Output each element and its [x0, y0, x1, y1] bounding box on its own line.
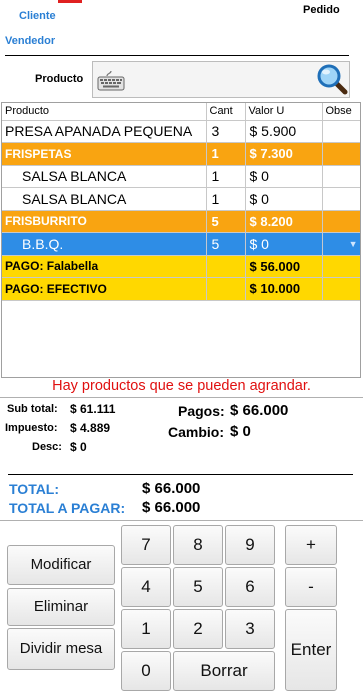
subtotal-label: Sub total: — [7, 403, 58, 415]
cell-obse — [322, 142, 360, 166]
vendedor-label[interactable]: Vendedor — [5, 35, 55, 47]
column-header-producto[interactable]: Producto — [2, 103, 207, 121]
table-row-combo[interactable]: FRISBURRITO 5 $ 8.200 — [2, 210, 360, 233]
table-row-payment[interactable]: PAGO: EFECTIVO $ 10.000 — [2, 277, 360, 301]
cell-cant — [206, 255, 246, 278]
key-5-button[interactable]: 5 — [173, 567, 223, 607]
pagos-label: Pagos: — [178, 403, 225, 419]
grid-header-row: Producto Cant Valor U Obse — [2, 103, 360, 121]
plus-button[interactable]: + — [285, 525, 337, 565]
cell-obse — [322, 165, 360, 188]
key-0-button[interactable]: 0 — [121, 651, 171, 691]
minus-button[interactable]: - — [285, 567, 337, 607]
key-2-button[interactable]: 2 — [173, 609, 223, 649]
pedido-label: Pedido — [303, 4, 340, 16]
top-accent-strip — [58, 0, 82, 3]
subtotal-value: $ 61.111 — [70, 402, 116, 416]
cell-obse — [322, 277, 360, 301]
total-a-pagar-label: TOTAL A PAGAR: — [9, 500, 126, 516]
cambio-label: Cambio: — [168, 424, 224, 440]
cell-obse[interactable]: ▼ — [322, 232, 360, 256]
column-header-cant[interactable]: Cant — [206, 103, 246, 121]
search-icon[interactable] — [316, 63, 348, 95]
table-row-combo[interactable]: FRISPETAS 1 $ 7.300 — [2, 142, 360, 166]
key-4-button[interactable]: 4 — [121, 567, 171, 607]
cambio-value: $ 0 — [230, 423, 251, 440]
producto-label: Producto — [35, 73, 84, 85]
key-9-button[interactable]: 9 — [225, 525, 275, 565]
cell-producto: SALSA BLANCA — [2, 165, 207, 188]
cell-valor: $ 0 — [245, 187, 323, 211]
cell-cant: 1 — [206, 142, 246, 166]
key-7-button[interactable]: 7 — [121, 525, 171, 565]
cell-producto: B.B.Q. — [2, 232, 207, 256]
cell-producto: SALSA BLANCA — [2, 187, 207, 211]
total-label: TOTAL: — [9, 481, 60, 497]
cell-valor: $ 7.300 — [245, 142, 323, 166]
key-8-button[interactable]: 8 — [173, 525, 223, 565]
eliminar-button[interactable]: Eliminar — [7, 588, 115, 626]
total-a-pagar-value: $ 66.000 — [142, 499, 201, 516]
desc-value: $ 0 — [70, 440, 87, 454]
warning-message: Hay productos que se pueden agrandar. — [52, 378, 311, 394]
borrar-button[interactable]: Borrar — [173, 651, 275, 691]
key-1-button[interactable]: 1 — [121, 609, 171, 649]
dividir-mesa-button[interactable]: Dividir mesa — [7, 628, 115, 670]
producto-search-field[interactable] — [92, 61, 350, 98]
key-6-button[interactable]: 6 — [225, 567, 275, 607]
cell-cant: 5 — [206, 210, 246, 233]
cell-cant: 1 — [206, 187, 246, 211]
impuesto-value: $ 4.889 — [70, 421, 111, 435]
column-header-valor[interactable]: Valor U — [245, 103, 323, 121]
key-3-button[interactable]: 3 — [225, 609, 275, 649]
totals-panel: Sub total: $ 61.111 Impuesto: $ 4.889 De… — [0, 397, 363, 521]
impuesto-label: Impuesto: — [5, 422, 58, 434]
cell-valor: $ 10.000 — [245, 277, 323, 301]
chevron-down-icon[interactable]: ▼ — [349, 239, 358, 249]
cell-valor: $ 8.200 — [245, 210, 323, 233]
order-grid[interactable]: Producto Cant Valor U Obse PRESA APANADA… — [1, 102, 361, 378]
totals-divider — [8, 474, 353, 475]
cell-cant: 3 — [206, 120, 246, 143]
cell-valor: $ 56.000 — [245, 255, 323, 278]
table-row[interactable]: PRESA APANADA PEQUENA 3 $ 5.900 — [2, 120, 360, 143]
cell-obse — [322, 210, 360, 233]
enter-button[interactable]: Enter — [285, 609, 337, 691]
table-row-selected[interactable]: B.B.Q. 5 $ 0 ▼ — [2, 232, 360, 256]
cell-valor: $ 5.900 — [245, 120, 323, 143]
cell-obse — [322, 255, 360, 278]
pagos-value: $ 66.000 — [230, 402, 289, 419]
cell-cant: 5 — [206, 232, 246, 256]
cell-producto: PAGO: EFECTIVO — [2, 277, 207, 301]
cell-cant: 1 — [206, 165, 246, 188]
cell-cant — [206, 277, 246, 301]
modificar-button[interactable]: Modificar — [7, 545, 115, 585]
desc-label: Desc: — [32, 441, 62, 453]
table-row-subitem[interactable]: SALSA BLANCA 1 $ 0 — [2, 187, 360, 211]
cell-valor: $ 0 — [245, 232, 323, 256]
cliente-label[interactable]: Cliente — [19, 10, 56, 22]
total-value: $ 66.000 — [142, 480, 201, 497]
cell-valor: $ 0 — [245, 165, 323, 188]
cell-producto: FRISPETAS — [2, 142, 207, 166]
cell-producto: PRESA APANADA PEQUENA — [2, 120, 207, 143]
cell-producto: FRISBURRITO — [2, 210, 207, 233]
keyboard-icon[interactable] — [97, 70, 125, 92]
table-row-payment[interactable]: PAGO: Falabella $ 56.000 — [2, 255, 360, 278]
cell-obse — [322, 187, 360, 211]
cell-obse — [322, 120, 360, 143]
column-header-obse[interactable]: Obse — [322, 103, 360, 121]
table-row-subitem[interactable]: SALSA BLANCA 1 $ 0 — [2, 165, 360, 188]
cell-producto: PAGO: Falabella — [2, 255, 207, 278]
header-divider — [5, 55, 349, 56]
